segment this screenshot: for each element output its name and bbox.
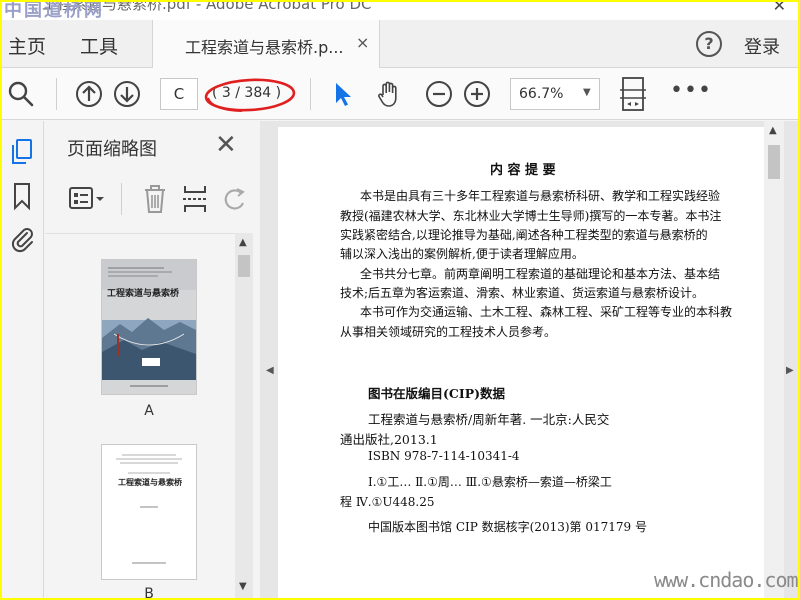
summary-line: 教授(福建农林大学、东北林业大学博士生导师)撰写的一本专著。本书注 <box>340 209 722 223</box>
thumbnail-label-b: B <box>144 586 154 598</box>
rotate-icon[interactable] <box>221 183 249 215</box>
hand-tool-icon[interactable] <box>374 79 404 109</box>
next-page-icon[interactable] <box>112 79 142 109</box>
bookmarks-icon[interactable] <box>8 181 36 211</box>
collapse-right-panel-icon[interactable]: ▶ <box>786 365 794 376</box>
scrollbar-thumb[interactable] <box>768 145 780 179</box>
cover-title: 工程索道与悬索桥 <box>107 289 180 299</box>
cip-line: ISBN 978-7-114-10341-4 <box>368 449 520 463</box>
scroll-up-icon[interactable]: ▲ <box>239 237 247 248</box>
summary-line: 本书可作为交通运输、土木工程、森林工程、采矿工程等专业的本科教 <box>360 305 733 319</box>
toolbar-divider <box>56 78 57 110</box>
tools-menu[interactable]: 工具 <box>80 32 118 59</box>
thumbnails-panel: 页面缩略图 ✕ 工程索道与悬索桥 A 工程索道与悬索桥 B ▲ ▼ <box>45 121 259 598</box>
select-tool-icon[interactable] <box>328 79 358 109</box>
more-tools-icon[interactable]: ••• <box>670 78 712 103</box>
thumbnails-toolbar <box>45 177 259 221</box>
toolbar: C ( 3 / 384 ) 66.7% ▼ ••• <box>2 68 798 120</box>
cip-heading: 图书在版编目(CIP)数据 <box>368 386 506 401</box>
thumbnail-page-b[interactable]: 工程索道与悬索桥 <box>101 444 197 580</box>
document-tab[interactable]: 工程索道与悬索桥.p... × <box>152 20 380 68</box>
summary-line: 从事相关领域研究的工程技术人员参考。 <box>340 325 557 339</box>
site-watermark: 中国道桥网 <box>4 2 104 20</box>
scrollbar-thumb[interactable] <box>238 255 250 277</box>
thumbnails-panel-title: 页面缩略图 <box>67 139 157 160</box>
cover-image <box>102 260 196 394</box>
zoom-in-icon[interactable] <box>462 79 492 109</box>
title-page-image <box>102 445 196 579</box>
document-tab-label: 工程索道与悬索桥.p... <box>185 38 344 57</box>
fit-page-icon[interactable] <box>618 76 648 112</box>
cip-line: 工程索道与悬索桥/周新年著. 一北京:人民交 <box>368 412 610 427</box>
title-page-heading: 工程索道与悬索桥 <box>118 478 182 487</box>
search-icon[interactable] <box>6 79 36 109</box>
thumbnail-page-a[interactable]: 工程索道与悬索桥 <box>101 259 197 395</box>
collapse-left-panel-icon[interactable]: ◀ <box>266 365 274 376</box>
help-icon[interactable]: ? <box>696 31 722 57</box>
zoom-value: 66.7% <box>519 86 564 102</box>
toolbar-divider <box>310 78 311 110</box>
insert-page-icon[interactable] <box>181 183 209 215</box>
thumbnail-scrollbar[interactable]: ▲ ▼ <box>235 233 253 598</box>
annotation-ellipse <box>204 78 296 112</box>
zoom-out-icon[interactable] <box>424 79 454 109</box>
page-number-input[interactable]: C <box>160 78 198 110</box>
page-thumbnails-icon[interactable] <box>8 137 36 167</box>
login-button[interactable]: 登录 <box>744 33 780 59</box>
home-menu[interactable]: 主页 <box>8 32 46 59</box>
thumbnail-list: 工程索道与悬索桥 A 工程索道与悬索桥 B <box>45 233 235 598</box>
close-tab-icon[interactable]: × <box>356 33 369 52</box>
previous-page-icon[interactable] <box>74 79 104 109</box>
delete-icon[interactable] <box>141 183 169 215</box>
summary-line: 本书是由具有三十多年工程索道与悬索桥科研、教学和工程实践经验 <box>360 189 721 203</box>
scroll-up-icon[interactable]: ▲ <box>769 125 777 136</box>
cip-line: 中国版本图书馆 CIP 数据核字(2013)第 017179 号 <box>368 520 647 534</box>
navigation-rail <box>2 121 44 598</box>
thumbnail-options-icon[interactable] <box>67 185 107 213</box>
site-watermark-bottom: www.cndao.com <box>654 568 798 592</box>
close-panel-icon[interactable]: ✕ <box>215 130 237 160</box>
document-viewer: ◀ 内 容 提 要 本书是由具有三十多年工程索道与悬索桥科研、教学和工程实践经验… <box>260 121 798 598</box>
cip-line: 通出版社,2013.1 <box>340 432 438 447</box>
attachments-icon[interactable] <box>8 223 36 253</box>
cip-line: Ⅰ.①工… Ⅱ.①周… Ⅲ.①悬索桥—索道—桥梁工 <box>368 475 612 489</box>
summary-line: 技术;后五章为客运索道、滑索、林业索道、货运索道与悬索桥设计。 <box>340 286 705 300</box>
thumbnail-label-a: A <box>144 403 154 419</box>
title-bar: 工程索道与悬索桥.pdf - Adobe Acrobat Pro DC 中国道桥… <box>2 2 798 20</box>
summary-line: 实践紧密结合,以理论推导为基础,阐述各种工程类型的索道与悬索桥的 <box>340 228 708 242</box>
toolbar-divider <box>121 183 122 215</box>
zoom-level-dropdown[interactable]: 66.7% ▼ <box>510 78 600 110</box>
cip-line: 程 Ⅳ.①U448.25 <box>340 495 435 509</box>
document-scrollbar[interactable]: ▲ <box>764 121 784 598</box>
summary-line: 辅以深入浅出的案例解析,便于读者理解应用。 <box>340 247 584 261</box>
acrobat-window: 工程索道与悬索桥.pdf - Adobe Acrobat Pro DC 中国道桥… <box>2 2 798 598</box>
pdf-page: 内 容 提 要 本书是由具有三十多年工程索道与悬索桥科研、教学和工程实践经验 教… <box>278 127 764 598</box>
window-close-icon[interactable]: ✕ <box>773 2 786 15</box>
summary-line: 全书共分七章。前两章阐明工程索道的基础理论和基本方法、基本结 <box>360 267 721 281</box>
chevron-down-icon: ▼ <box>583 87 591 98</box>
page-heading: 内 容 提 要 <box>490 163 556 178</box>
scroll-down-icon[interactable]: ▼ <box>239 581 247 592</box>
menu-bar: 主页 工具 工程索道与悬索桥.p... × ? 登录 <box>2 20 798 68</box>
